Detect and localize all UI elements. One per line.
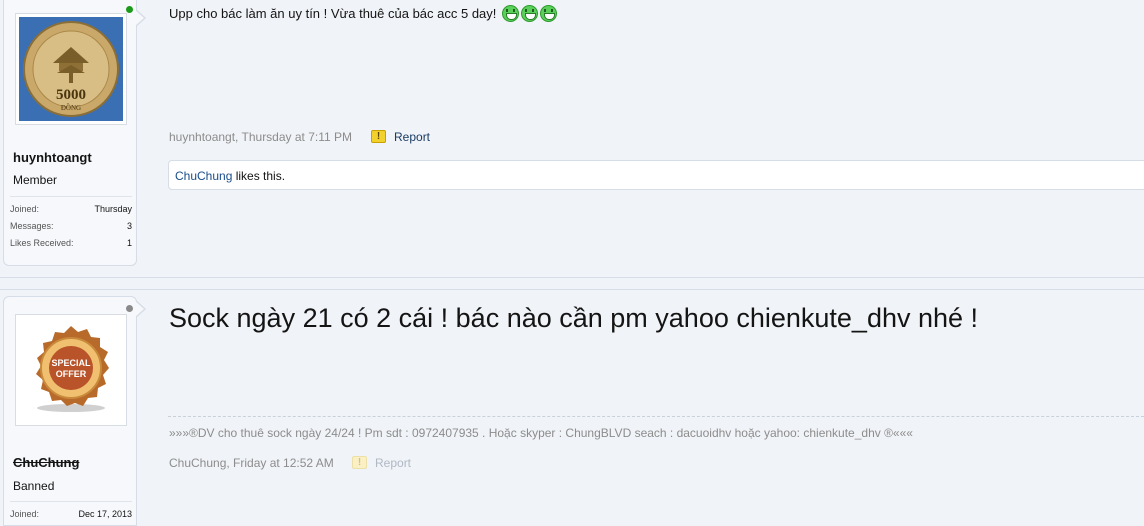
username[interactable]: huynhtoangt: [13, 150, 92, 165]
stat-value[interactable]: 3: [127, 221, 132, 231]
message-text: Sock ngày 21 có 2 cái ! bác nào cần pm y…: [169, 303, 979, 333]
grin-icon: [521, 5, 539, 22]
report-icon[interactable]: !: [371, 130, 386, 143]
stat-value: Dec 17, 2013: [78, 509, 132, 519]
user-stats: Joined: Thursday Messages: 3 Likes Recei…: [10, 196, 132, 248]
user-stats: Joined: Dec 17, 2013: [10, 501, 132, 519]
likes-summary: ChuChung likes this.: [168, 160, 1144, 190]
user-info-panel: 5000 ĐỒNG huynhtoangt Member Joined: Thu…: [3, 0, 137, 266]
user-info-panel: SPECIAL OFFER ChuChung Banned Joined: De…: [3, 296, 137, 526]
avatar[interactable]: SPECIAL OFFER: [15, 314, 127, 426]
avatar[interactable]: 5000 ĐỒNG: [15, 13, 127, 125]
post-meta[interactable]: ChuChung, Friday at 12:52 AM: [169, 456, 334, 470]
svg-text:5000: 5000: [56, 87, 86, 103]
username[interactable]: ChuChung: [13, 455, 79, 470]
stat-label: Joined:: [10, 509, 40, 519]
message-arrow: [135, 300, 146, 318]
stat-joined: Joined: Thursday: [10, 197, 132, 214]
liker-link[interactable]: ChuChung: [175, 169, 232, 183]
message-body: Sock ngày 21 có 2 cái ! bác nào cần pm y…: [169, 303, 978, 334]
stat-label: Messages:: [10, 221, 54, 231]
grin-icon: [540, 5, 558, 22]
grin-icon: [502, 5, 520, 22]
message-arrow: [135, 9, 146, 27]
report-link[interactable]: Report: [375, 456, 411, 470]
signature: »»»®DV cho thuê sock ngày 24/24 ! Pm sdt…: [169, 426, 913, 440]
report-link[interactable]: Report: [394, 130, 430, 144]
signature-divider: [168, 416, 1144, 417]
stat-messages: Messages: 3: [10, 214, 132, 231]
post-divider: [0, 277, 1144, 278]
user-title: Banned: [13, 479, 55, 493]
coin-avatar-image: 5000 ĐỒNG: [19, 17, 123, 121]
svg-text:OFFER: OFFER: [56, 369, 87, 379]
stat-likes-received: Likes Received: 1: [10, 231, 132, 248]
report-icon[interactable]: !: [352, 456, 367, 469]
svg-text:SPECIAL: SPECIAL: [51, 358, 91, 368]
stat-value: Thursday: [94, 204, 132, 214]
stat-label: Likes Received:: [10, 238, 74, 248]
offline-status-icon: [126, 305, 133, 312]
message-text: Upp cho bác làm ăn uy tín ! Vừa thuê của…: [169, 6, 497, 21]
post-huynhtoangt: 5000 ĐỒNG huynhtoangt Member Joined: Thu…: [0, 0, 1144, 278]
special-offer-avatar-image: SPECIAL OFFER: [19, 318, 123, 422]
post-meta[interactable]: huynhtoangt, Thursday at 7:11 PM: [169, 130, 352, 144]
user-title: Member: [13, 173, 58, 187]
likes-text: likes this.: [232, 169, 286, 183]
message-body: Upp cho bác làm ăn uy tín ! Vừa thuê của…: [169, 5, 558, 22]
stat-joined: Joined: Dec 17, 2013: [10, 502, 132, 519]
svg-text:ĐỒNG: ĐỒNG: [61, 104, 81, 112]
post-chuchung: SPECIAL OFFER ChuChung Banned Joined: De…: [0, 289, 1144, 526]
stat-label: Joined:: [10, 204, 40, 214]
online-status-icon: [126, 6, 133, 13]
stat-value: 1: [126, 238, 132, 248]
